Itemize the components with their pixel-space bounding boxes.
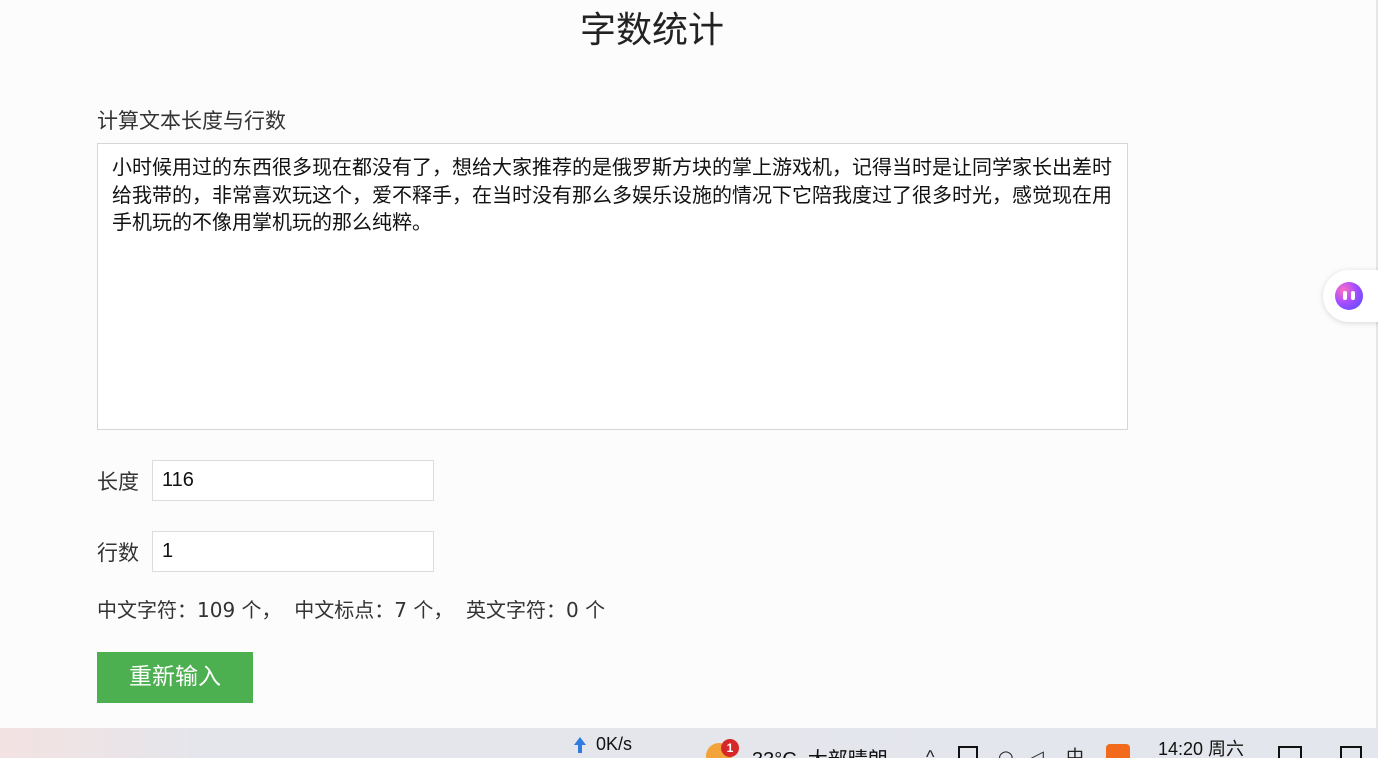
page-title: 字数统计 <box>579 10 724 51</box>
text-input-area[interactable]: 小时候用过的东西很多现在都没有了，想给大家推荐的是俄罗斯方块的掌上游戏机，记得当… <box>97 143 1128 430</box>
stats-summary: 中文字符：109 个， 中文标点：7 个， 英文字符：0 个 <box>97 598 606 622</box>
reset-button[interactable]: 重新输入 <box>97 652 253 703</box>
clock[interactable]: 14:20 周六 <box>1158 735 1244 758</box>
assistant-orb-icon <box>1335 282 1363 310</box>
weather-badge: 1 <box>721 739 739 757</box>
net-speed: 0K/s <box>596 734 633 754</box>
media-icon[interactable] <box>1278 746 1302 758</box>
page: 字数统计 计算文本长度与行数 小时候用过的东西很多现在都没有了，想给大家推荐的是… <box>0 0 1378 758</box>
length-row: 长度 116 <box>97 460 434 501</box>
notification-icon[interactable] <box>1340 746 1362 758</box>
length-field[interactable]: 116 <box>152 460 434 501</box>
chevron-up-icon[interactable]: ^ <box>926 747 934 758</box>
ime-icon[interactable]: 中 <box>1066 747 1084 758</box>
lines-field[interactable]: 1 <box>152 531 434 572</box>
length-label: 长度 <box>97 469 139 494</box>
lines-label: 行数 <box>97 540 139 565</box>
taskbar: 0K/s 1 33°C 大部晴朗 ^ ◠ ◁ 中 14:20 周六 <box>0 728 1378 758</box>
battery-icon[interactable] <box>958 746 978 758</box>
weather-text[interactable]: 33°C 大部晴朗 <box>752 743 888 758</box>
lines-row: 行数 1 <box>97 531 434 572</box>
wifi-icon[interactable]: ◠ <box>998 747 1014 758</box>
section-label: 计算文本长度与行数 <box>97 109 286 133</box>
sogou-icon[interactable] <box>1106 744 1130 758</box>
speaker-icon[interactable]: ◁ <box>1030 747 1044 758</box>
floating-assistant-button[interactable] <box>1323 270 1378 322</box>
